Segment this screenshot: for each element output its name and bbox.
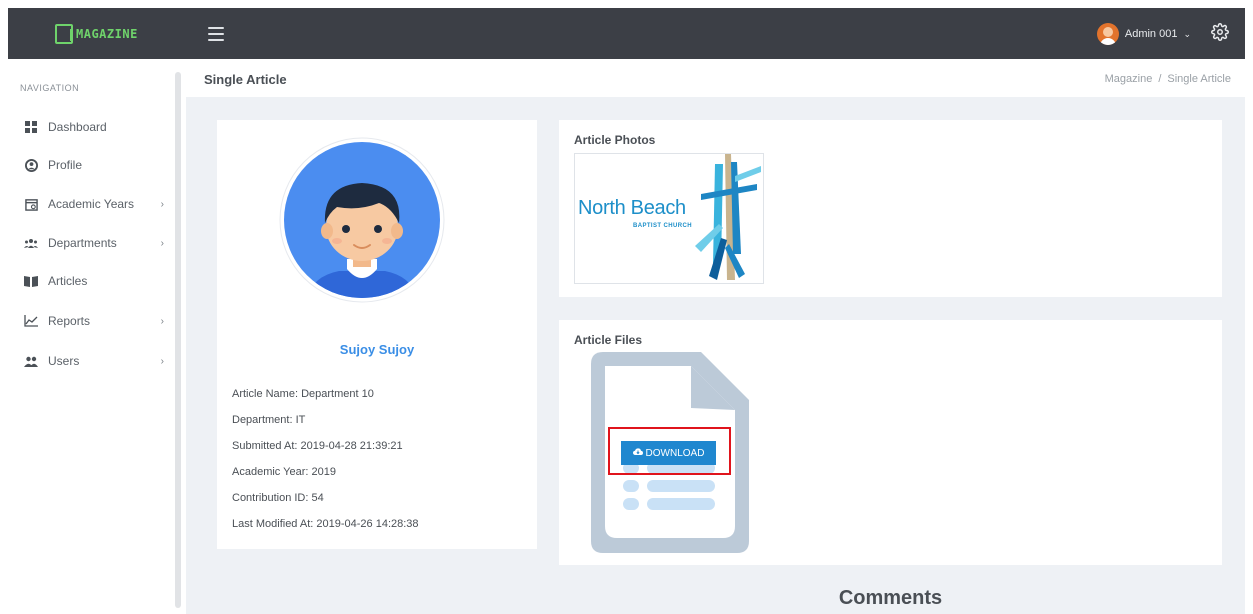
dashboard-icon: [24, 120, 38, 134]
chevron-down-icon: ⌄: [1183, 28, 1191, 39]
profile-card: Sujoy Sujoy Article Name: Department 10 …: [217, 120, 537, 549]
logo-mark-icon: [55, 24, 73, 44]
nav-heading: NAVIGATION: [20, 83, 80, 93]
card-title: Article Photos: [574, 133, 656, 147]
user-avatar: [1096, 23, 1119, 45]
profile-name[interactable]: Sujoy Sujoy: [217, 342, 537, 357]
users-icon: [24, 354, 38, 368]
page-title: Single Article: [204, 72, 287, 87]
sidebar-item-departments[interactable]: Departments ›: [24, 233, 164, 253]
user-menu[interactable]: Admin 001 ⌄: [1096, 22, 1191, 46]
detail-contribution-id: Contribution ID: 54: [232, 492, 324, 504]
sidebar-item-dashboard[interactable]: Dashboard: [24, 117, 164, 137]
calendar-icon: [24, 197, 38, 211]
user-name: Admin 001: [1124, 28, 1178, 40]
sidebar-item-label: Academic Years: [48, 197, 135, 211]
chevron-right-icon: ›: [160, 315, 164, 327]
breadcrumb-link-magazine[interactable]: Magazine: [1105, 73, 1153, 85]
book-icon: [24, 274, 38, 288]
photo-text-title: North Beach: [578, 197, 686, 219]
chevron-right-icon: ›: [160, 355, 164, 367]
app-logo[interactable]: MAGAZINE: [55, 24, 138, 44]
detail-academic-year: Academic Year: 2019: [232, 466, 336, 478]
group-icon: [24, 236, 38, 250]
sidebar-item-reports[interactable]: Reports ›: [24, 311, 164, 331]
detail-last-modified: Last Modified At: 2019-04-26 14:28:38: [232, 518, 419, 530]
breadcrumb-separator: /: [1158, 73, 1162, 85]
top-navbar: MAGAZINE Admin 001 ⌄: [8, 8, 1245, 59]
photo-text-subtitle: BAPTIST CHURCH: [633, 223, 692, 229]
sidebar-item-label: Profile: [48, 158, 83, 172]
hamburger-menu-icon[interactable]: [208, 27, 224, 41]
sidebar-item-users[interactable]: Users ›: [24, 351, 164, 371]
sidebar-item-label: Users: [48, 354, 80, 368]
sidebar-item-label: Dashboard: [48, 120, 107, 134]
sidebar-item-academic-years[interactable]: Academic Years ›: [24, 194, 164, 214]
detail-submitted-at: Submitted At: 2019-04-28 21:39:21: [232, 440, 403, 452]
detail-department: Department: IT: [232, 414, 306, 426]
breadcrumb-current: Single Article: [1167, 73, 1231, 85]
sidebar-item-label: Reports: [48, 314, 91, 328]
settings-gear-icon[interactable]: [1211, 23, 1229, 41]
sidebar-item-label: Articles: [48, 274, 88, 288]
breadcrumb: Magazine / Single Article: [1105, 73, 1231, 85]
logo-text: MAGAZINE: [76, 27, 138, 41]
chart-line-icon: [24, 314, 38, 328]
main-content: Single Article Magazine / Single Article: [186, 59, 1245, 614]
chevron-right-icon: ›: [160, 237, 164, 249]
article-files-card: Article Files DOWNLOAD: [559, 320, 1222, 565]
highlight-box: [608, 427, 731, 475]
sidebar-item-articles[interactable]: Articles: [24, 271, 164, 291]
sidebar-item-profile[interactable]: Profile: [24, 155, 164, 175]
sidebar-item-label: Departments: [48, 236, 117, 250]
card-title: Article Files: [574, 333, 643, 347]
sidebar-scrollbar[interactable]: [175, 72, 181, 608]
sidebar: NAVIGATION Dashboard Profile Academic Ye…: [8, 59, 180, 614]
page-header: Single Article Magazine / Single Article: [186, 59, 1245, 97]
article-photo-thumbnail[interactable]: North Beach BAPTIST CHURCH: [574, 153, 764, 284]
article-photos-card: Article Photos North Beach BAPTIST CHURC…: [559, 120, 1222, 297]
detail-article-name: Article Name: Department 10: [232, 388, 374, 400]
comments-heading: Comments: [838, 587, 943, 609]
user-circle-icon: [24, 158, 38, 172]
profile-avatar: [279, 137, 445, 303]
chevron-right-icon: ›: [160, 198, 164, 210]
